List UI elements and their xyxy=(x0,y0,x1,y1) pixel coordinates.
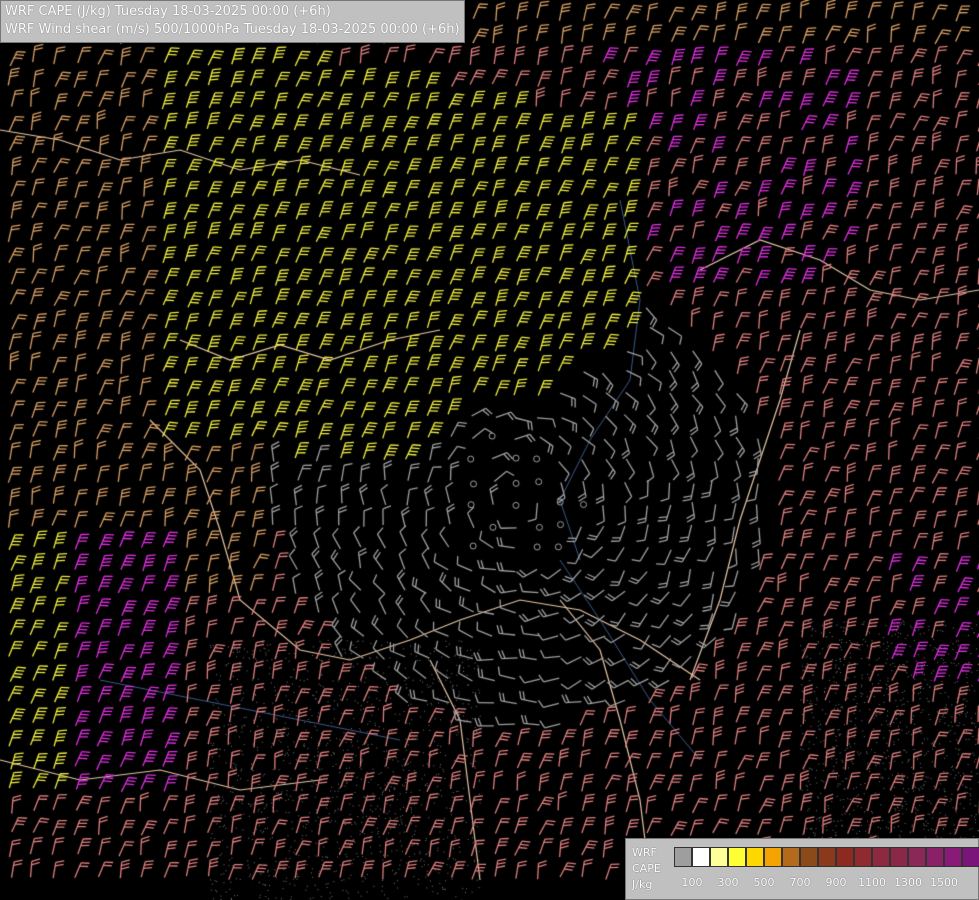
wind-shear-cape-map xyxy=(0,0,979,900)
legend-swatch xyxy=(764,847,782,867)
legend-tick: 900 xyxy=(825,876,847,889)
legend-tick: 300 xyxy=(717,876,739,889)
legend-swatch xyxy=(692,847,710,867)
legend-label-model: WRF xyxy=(632,846,657,859)
legend-swatch xyxy=(800,847,818,867)
legend-swatch xyxy=(944,847,962,867)
legend-label-unit: J/kg xyxy=(632,878,653,891)
legend-swatch xyxy=(674,847,692,867)
legend-tick: 700 xyxy=(789,876,811,889)
cape-title: WRF CAPE (J/kg) Tuesday 18-03-2025 00:00… xyxy=(5,4,331,19)
legend-swatch xyxy=(908,847,926,867)
wind-shear-title: WRF Wind shear (m/s) 500/1000hPa Tuesday… xyxy=(5,22,460,37)
legend-swatch xyxy=(926,847,944,867)
legend-swatch xyxy=(890,847,908,867)
legend-tick: 1100 xyxy=(858,876,886,889)
legend-swatch xyxy=(746,847,764,867)
legend-tick: 500 xyxy=(753,876,775,889)
legend-swatch xyxy=(710,847,728,867)
legend-swatch xyxy=(854,847,872,867)
legend-swatch xyxy=(872,847,890,867)
cape-legend: WRF CAPE J/kg 100 300 500 700 900 1100 1300 150… xyxy=(625,838,979,900)
legend-swatch xyxy=(836,847,854,867)
map-title-box: WRF CAPE (J/kg) Tuesday 18-03-2025 00:00… xyxy=(0,0,465,43)
legend-swatch xyxy=(962,847,979,867)
legend-tick: 1500 xyxy=(930,876,958,889)
legend-tick: 100 xyxy=(681,876,703,889)
legend-tick: 1300 xyxy=(894,876,922,889)
legend-swatch xyxy=(782,847,800,867)
legend-swatch xyxy=(728,847,746,867)
legend-label-variable: CAPE xyxy=(632,862,661,875)
legend-swatch xyxy=(818,847,836,867)
